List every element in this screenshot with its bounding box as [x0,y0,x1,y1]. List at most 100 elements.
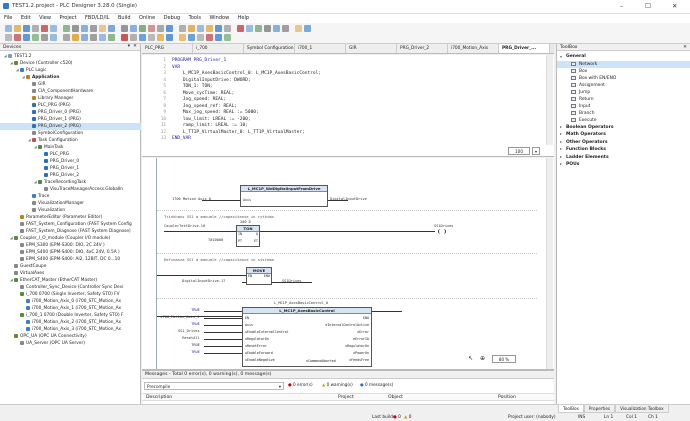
tree-node[interactable]: ◢ EtherCAT_Master (EtherCAT Master) [0,277,141,284]
toolbar-button-icon[interactable] [90,34,97,41]
toolbar-button-icon[interactable] [246,25,253,32]
toolbox-category[interactable]: Boolean Operators [557,124,690,132]
toolbar-button-icon[interactable] [5,34,12,41]
input-variable[interactable]: i700_Motion_Axis_1 [160,315,199,319]
toolbar-button-icon[interactable] [166,34,173,41]
toolbox-item[interactable]: Box [557,68,690,75]
input-variable[interactable]: TRUE [191,322,200,326]
toolbox-item[interactable]: Execute [557,117,690,124]
toolbar-button-icon[interactable] [50,25,57,32]
toolbox-item[interactable]: Return [557,96,690,103]
tree-node[interactable]: PRG_Driver_0 [0,158,141,165]
toolbar-button-icon[interactable] [148,34,155,41]
toolbar-button-icon[interactable] [41,34,48,41]
menu-project[interactable]: Project [55,14,81,21]
code-line[interactable]: ramp_limit: LREAL := 10; [172,123,248,128]
close-icon[interactable]: ✕ [133,44,137,49]
input-variable[interactable]: TRUE [191,350,200,354]
code-line[interactable]: END_VAR [172,136,191,141]
toolbox-cat-general[interactable]: General [557,53,690,61]
toolbar-button-icon[interactable] [215,25,222,32]
toolbar-button-icon[interactable] [237,25,244,32]
toolbar-button-icon[interactable] [157,25,164,32]
toolbar-button-icon[interactable] [5,25,12,32]
editor-tab[interactable]: GIR [346,44,397,53]
tree-node[interactable]: ◢ Application [0,74,141,81]
toolbox-item[interactable]: Assignment [557,82,690,89]
declaration-editor[interactable]: 1 PROGRAM PRG_Driver_1 2 VAR 3 L_MC1P_AxesBa… [142,55,554,157]
toolbar-button-icon[interactable] [197,25,204,32]
toolbar-button-icon[interactable] [224,25,231,32]
tree-node[interactable]: Controller_Sync_Device (Controller Sync … [0,284,141,291]
toolbar-button-icon[interactable] [99,34,106,41]
menu-fbdldil[interactable]: FBD/LD/IL [81,14,114,21]
axes-control-block[interactable]: L_MC1P_AxesBasicControl EN Axis xEnableInt… [242,307,372,367]
editor-tab[interactable]: i_700 [193,44,244,53]
panel-tab[interactable]: ToolBox [558,405,584,413]
menu-view[interactable]: View [35,14,55,21]
zoom-dropdown-icon[interactable]: ▾ [532,147,540,155]
code-line[interactable]: TON_1: TON; [172,84,213,89]
tree-node[interactable]: FAST_System_Diagnose (FAST System Diagno… [0,228,141,235]
code-line[interactable]: Move_cycTime: REAL; [172,91,234,96]
toolbar-button-icon[interactable] [121,25,128,32]
tree-node[interactable]: i700_Motion_Axis_3 (i700_STC_Motion_Ax [0,326,141,333]
toolbar-button-icon[interactable] [255,25,262,32]
toolbar-button-icon[interactable] [148,25,155,32]
tree-node[interactable]: EPM_S400 (EPM-S400: AI2, 12BIT, DC 0...1… [0,256,141,263]
code-line[interactable]: low_limit: LREAL := -200; [172,117,251,122]
tree-node[interactable]: VisuTraceManagerAccess.GlobalIn [0,186,141,193]
toolbar-button-icon[interactable] [63,34,70,41]
toolbar-button-icon[interactable] [130,25,137,32]
code-line[interactable]: Jog_speed_ref: REAL; [172,104,237,109]
col-description[interactable]: Description [146,395,172,400]
toolbar-button-icon[interactable] [130,34,137,41]
toolbar-button-icon[interactable] [295,25,302,32]
tree-node[interactable]: Library Manager [0,95,141,102]
tree-node[interactable]: i_700_1 0700 (Double Inverter, Safety ST… [0,312,141,319]
tree-node[interactable]: PLC_PRG [0,151,141,158]
toolbox-category[interactable]: Math Operators [557,131,690,139]
ton-block[interactable]: TON IN PT Q ET [236,225,260,247]
tree-node[interactable]: ◢ Coupler_I_O_module (Coupler I/O module) [0,235,141,242]
message-filter[interactable]: ● 0 message(s) [360,382,393,387]
tree-node[interactable]: Trace [0,193,141,200]
fbd-editor[interactable]: 1700 Motion Axis 0 L_MC1P_WdDigitalInput… [142,158,554,370]
error-filter[interactable]: ● 0 error(s) [288,382,313,387]
menu-file[interactable]: File [0,14,17,21]
toolbar-button-icon[interactable] [90,25,97,32]
tree-node[interactable]: VirtualAxes [0,270,141,277]
toolbar-button-icon[interactable] [157,34,164,41]
toolbox-item[interactable]: Box with EN/ENO [557,75,690,82]
col-position[interactable]: Position [498,395,516,400]
tree-node[interactable]: EPM_S400 (EPM-S400: DIO, 4xC 24V, 0.5A ) [0,249,141,256]
toolbar-button-icon[interactable] [224,34,231,41]
function-block[interactable]: L_MC1P_WdDigitalInputFromDrive Axis [240,185,328,207]
menu-build[interactable]: Build [114,14,135,21]
tree-node[interactable]: PRG_Driver_2 (PRG) [0,123,141,130]
menu-help[interactable]: Help [234,14,254,21]
tree-node[interactable]: ◢ Task Configuration [0,137,141,144]
tree-node[interactable]: PRG_Driver_1 (PRG) [0,116,141,123]
menu-online[interactable]: Online [135,14,160,21]
toolbar-button-icon[interactable] [23,25,30,32]
minimize-button[interactable]: – [620,2,623,10]
toolbar-button-icon[interactable] [99,25,106,32]
toolbar-button-icon[interactable] [206,25,213,32]
toolbar-button-icon[interactable] [166,25,173,32]
editor-tab[interactable]: Symbol Configuration [244,44,295,53]
editor-tab[interactable]: i700_Motion_Axis [448,44,499,53]
tree-node[interactable]: ◢ Device (Controller c520) [0,60,141,67]
toolbar-button-icon[interactable] [108,34,115,41]
toolbar-button-icon[interactable] [81,25,88,32]
toolbar-button-icon[interactable] [81,34,88,41]
toolbar-button-icon[interactable] [215,34,222,41]
scroll-v[interactable] [546,158,553,369]
panel-tab[interactable]: Properties [583,405,616,413]
tree-node[interactable]: ◢ MainTask [0,144,141,151]
zoom-combo[interactable]: 80 % [492,355,516,363]
toolbar-button-icon[interactable] [188,25,195,32]
scroll-v[interactable] [546,55,553,145]
toolbar-button-icon[interactable] [108,25,115,32]
toolbar-button-icon[interactable] [188,34,195,41]
